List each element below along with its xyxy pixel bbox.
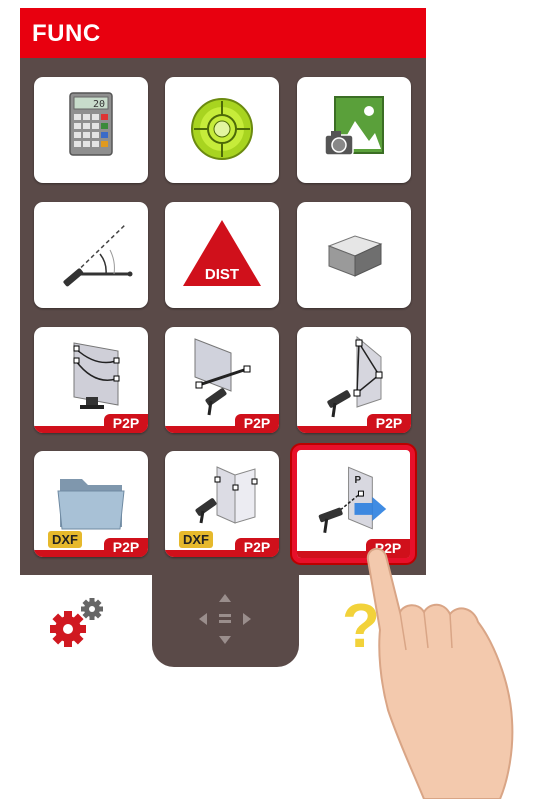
dxf-folder-tile[interactable]: DXF P2P <box>34 451 148 557</box>
camera-photo-icon <box>324 96 384 156</box>
calculator-tile[interactable]: 20 <box>34 77 148 183</box>
distance-tile[interactable]: DIST <box>165 202 279 308</box>
p2p-badge: P2P <box>235 538 279 557</box>
dist-triangle-icon: DIST <box>183 220 261 286</box>
svg-text:20: 20 <box>93 99 105 110</box>
dxf-plan-tile[interactable]: DXF P2P <box>165 451 279 557</box>
angle-measure-icon <box>63 223 133 287</box>
svg-text:DIST: DIST <box>205 266 239 283</box>
dpad-icon[interactable] <box>195 590 255 648</box>
svg-text:P: P <box>354 475 361 486</box>
header-bar: FUNC <box>20 8 426 58</box>
level-tile[interactable] <box>165 77 279 183</box>
cube-volume-icon <box>327 235 383 277</box>
dxf-tag: DXF <box>179 531 213 548</box>
p2p-triangle-tile[interactable]: P2P <box>297 327 411 433</box>
p2p-badge: P2P <box>367 414 411 433</box>
p2p-badge: P2P <box>104 414 148 433</box>
pointing-hand <box>366 547 514 799</box>
level-bubble-icon <box>191 98 253 160</box>
dxf-tag: DXF <box>48 531 82 548</box>
p2p-badge: P2P <box>104 538 148 557</box>
p2p-distance-tile[interactable]: P2P <box>165 327 279 433</box>
p2p-area-tile[interactable]: P2P <box>34 327 148 433</box>
function-panel: FUNC 20 DIST P2P P2P P2P DXF P2P DXF P2P… <box>20 8 426 575</box>
calculator-icon: 20 <box>69 92 113 156</box>
photo-tile[interactable] <box>297 77 411 183</box>
page-title: FUNC <box>32 20 101 47</box>
angle-tile[interactable] <box>34 202 148 308</box>
volume-tile[interactable] <box>297 202 411 308</box>
p2p-badge: P2P <box>235 414 279 433</box>
gear-icon[interactable] <box>50 595 110 650</box>
